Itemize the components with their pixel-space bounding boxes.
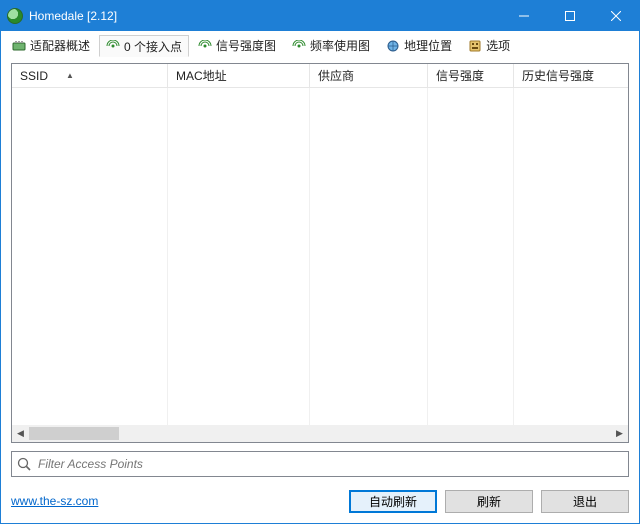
scroll-left-button[interactable]: ◀ xyxy=(12,425,29,442)
chevron-right-icon: ▶ xyxy=(616,428,623,439)
column-header-signal[interactable]: 信号强度 xyxy=(428,64,514,87)
tab-label: 0 个接入点 xyxy=(124,38,182,55)
exit-button[interactable]: 退出 xyxy=(541,490,629,513)
website-link[interactable]: www.the-sz.com xyxy=(11,494,98,508)
tab-options[interactable]: 选项 xyxy=(461,34,517,56)
app-window: Homedale [2.12] 适配器概述 0 个接入点 信号强度图 频率使用图 xyxy=(0,0,640,524)
scrollbar-thumb[interactable] xyxy=(29,427,119,440)
app-icon xyxy=(7,8,23,24)
auto-refresh-button[interactable]: 自动刷新 xyxy=(349,490,437,513)
tab-access-points[interactable]: 0 个接入点 xyxy=(99,35,189,57)
signal-icon xyxy=(198,39,212,53)
column-header-history[interactable]: 历史信号强度 xyxy=(514,64,628,87)
column-label: 信号强度 xyxy=(436,67,484,84)
signal-icon xyxy=(106,39,120,53)
tab-signal-graph[interactable]: 信号强度图 xyxy=(191,34,283,56)
filter-row xyxy=(11,451,629,477)
tab-label: 地理位置 xyxy=(404,37,452,54)
tab-bar: 适配器概述 0 个接入点 信号强度图 频率使用图 地理位置 选项 xyxy=(1,31,639,57)
filter-input[interactable] xyxy=(36,453,624,475)
tab-frequency-usage[interactable]: 频率使用图 xyxy=(285,34,377,56)
signal-icon xyxy=(292,39,306,53)
tab-location[interactable]: 地理位置 xyxy=(379,34,459,56)
tab-label: 频率使用图 xyxy=(310,37,370,54)
close-icon xyxy=(611,11,621,21)
column-label: 历史信号强度 xyxy=(522,67,594,84)
list-header: SSID ▲ MAC地址 供应商 信号强度 历史信号强度 xyxy=(12,64,628,88)
sort-ascending-icon: ▲ xyxy=(66,72,74,80)
chevron-left-icon: ◀ xyxy=(17,428,24,439)
column-label: 供应商 xyxy=(318,67,354,84)
minimize-icon xyxy=(519,11,529,21)
column-header-mac[interactable]: MAC地址 xyxy=(168,64,310,87)
scroll-right-button[interactable]: ▶ xyxy=(611,425,628,442)
window-title: Homedale [2.12] xyxy=(29,9,117,23)
close-button[interactable] xyxy=(593,1,639,31)
column-label: SSID xyxy=(20,69,48,83)
column-header-vendor[interactable]: 供应商 xyxy=(310,64,428,87)
globe-icon xyxy=(386,39,400,53)
footer-row: www.the-sz.com 自动刷新 刷新 退出 xyxy=(11,487,629,515)
maximize-button[interactable] xyxy=(547,1,593,31)
content-area: SSID ▲ MAC地址 供应商 信号强度 历史信号强度 xyxy=(1,57,639,523)
horizontal-scrollbar[interactable]: ◀ ▶ xyxy=(12,425,628,442)
column-header-ssid[interactable]: SSID ▲ xyxy=(12,64,168,87)
access-points-listview: SSID ▲ MAC地址 供应商 信号强度 历史信号强度 xyxy=(11,63,629,443)
titlebar[interactable]: Homedale [2.12] xyxy=(1,1,639,31)
scrollbar-track[interactable] xyxy=(29,425,611,442)
minimize-button[interactable] xyxy=(501,1,547,31)
options-icon xyxy=(468,39,482,53)
search-icon xyxy=(16,456,32,472)
refresh-button[interactable]: 刷新 xyxy=(445,490,533,513)
maximize-icon xyxy=(565,11,575,21)
tab-adapters[interactable]: 适配器概述 xyxy=(5,34,97,56)
tab-label: 适配器概述 xyxy=(30,37,90,54)
list-body xyxy=(12,88,628,425)
tab-label: 信号强度图 xyxy=(216,37,276,54)
column-label: MAC地址 xyxy=(176,67,227,84)
adapter-icon xyxy=(12,39,26,53)
tab-label: 选项 xyxy=(486,37,510,54)
